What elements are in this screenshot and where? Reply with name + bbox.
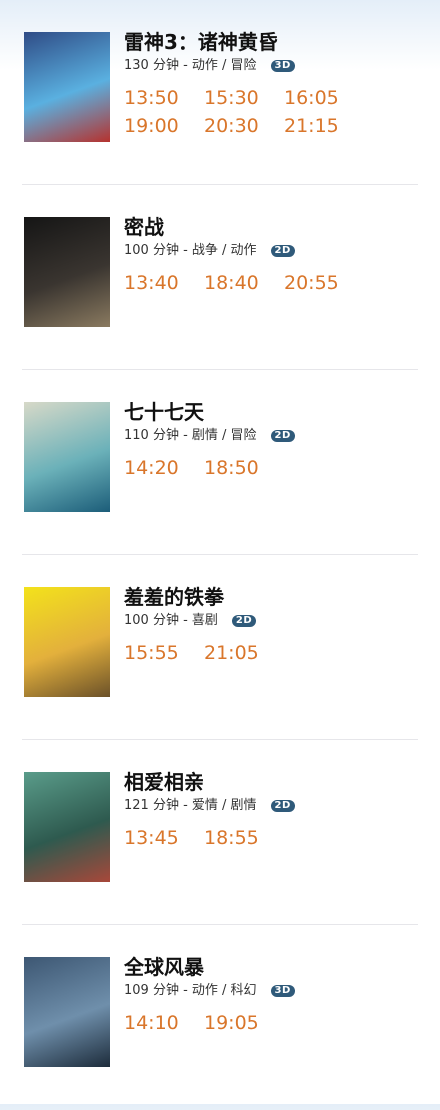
showtimes: 13:40 18:40 20:55	[124, 269, 434, 297]
movie-info: 相爱相亲 121 分钟 - 爱情 / 剧情 2D 13:45 18:55	[124, 770, 430, 852]
movie-title[interactable]: 密战	[124, 215, 430, 239]
movie-poster[interactable]	[24, 957, 110, 1067]
showtime[interactable]: 15:30	[204, 84, 284, 112]
format-badge: 2D	[231, 615, 257, 627]
movie-info: 七十七天 110 分钟 - 剧情 / 冒险 2D 14:20 18:50	[124, 400, 430, 482]
showtime[interactable]: 14:20	[124, 454, 204, 482]
format-badge: 3D	[270, 985, 295, 997]
showtime[interactable]: 15:55	[124, 639, 204, 667]
showtime[interactable]: 18:50	[204, 454, 284, 482]
showtimes: 13:50 15:30 16:05 19:00 20:30 21:15	[124, 84, 434, 140]
format-badge: 2D	[270, 800, 295, 812]
movie-duration-genre: 100 分钟 - 战争 / 动作	[124, 243, 257, 258]
movie-meta: 100 分钟 - 战争 / 动作 2D	[124, 242, 430, 260]
movie-item[interactable]: 七十七天 110 分钟 - 剧情 / 冒险 2D 14:20 18:50	[0, 370, 440, 555]
showtime[interactable]: 21:05	[204, 639, 284, 667]
movie-poster[interactable]	[24, 402, 110, 512]
movie-list: 雷神3：诸神黄昏 130 分钟 - 动作 / 冒险 3D 13:50 15:30…	[0, 0, 440, 1110]
showtime[interactable]: 13:45	[124, 824, 204, 852]
movie-title[interactable]: 羞羞的铁拳	[124, 585, 430, 609]
movie-info: 全球风暴 109 分钟 - 动作 / 科幻 3D 14:10 19:05	[124, 955, 430, 1037]
movie-duration-genre: 100 分钟 - 喜剧	[124, 613, 218, 628]
movie-meta: 130 分钟 - 动作 / 冒险 3D	[124, 57, 430, 75]
movie-title[interactable]: 七十七天	[124, 400, 430, 424]
movie-title[interactable]: 相爱相亲	[124, 770, 430, 794]
showtime[interactable]: 19:05	[204, 1009, 284, 1037]
movie-duration-genre: 109 分钟 - 动作 / 科幻	[124, 983, 257, 998]
showtime[interactable]: 20:30	[204, 112, 284, 140]
showtime[interactable]: 13:50	[124, 84, 204, 112]
movie-item[interactable]: 雷神3：诸神黄昏 130 分钟 - 动作 / 冒险 3D 13:50 15:30…	[0, 0, 440, 185]
showtime[interactable]: 16:05	[284, 84, 364, 112]
format-badge: 2D	[270, 245, 295, 257]
showtime[interactable]: 20:55	[284, 269, 364, 297]
movie-item[interactable]: 羞羞的铁拳 100 分钟 - 喜剧 2D 15:55 21:05	[0, 555, 440, 740]
movie-info: 羞羞的铁拳 100 分钟 - 喜剧 2D 15:55 21:05	[124, 585, 430, 667]
movie-item[interactable]: 全球风暴 109 分钟 - 动作 / 科幻 3D 14:10 19:05	[0, 925, 440, 1110]
showtime[interactable]: 18:40	[204, 269, 284, 297]
showtimes: 14:10 19:05	[124, 1009, 434, 1037]
movie-info: 雷神3：诸神黄昏 130 分钟 - 动作 / 冒险 3D 13:50 15:30…	[124, 30, 430, 140]
movie-title[interactable]: 全球风暴	[124, 955, 430, 979]
movie-info: 密战 100 分钟 - 战争 / 动作 2D 13:40 18:40 20:55	[124, 215, 430, 297]
movie-poster[interactable]	[24, 217, 110, 327]
movie-meta: 121 分钟 - 爱情 / 剧情 2D	[124, 797, 430, 815]
movie-poster[interactable]	[24, 587, 110, 697]
showtimes: 14:20 18:50	[124, 454, 434, 482]
showtime[interactable]: 19:00	[124, 112, 204, 140]
showtime[interactable]: 14:10	[124, 1009, 204, 1037]
showtimes: 13:45 18:55	[124, 824, 434, 852]
showtime[interactable]: 13:40	[124, 269, 204, 297]
movie-duration-genre: 121 分钟 - 爱情 / 剧情	[124, 798, 257, 813]
movie-meta: 109 分钟 - 动作 / 科幻 3D	[124, 982, 430, 1000]
format-badge: 3D	[270, 60, 295, 72]
movie-meta: 100 分钟 - 喜剧 2D	[124, 612, 430, 630]
showtime[interactable]: 18:55	[204, 824, 284, 852]
movie-poster[interactable]	[24, 772, 110, 882]
movie-duration-genre: 110 分钟 - 剧情 / 冒险	[124, 428, 257, 443]
movie-meta: 110 分钟 - 剧情 / 冒险 2D	[124, 427, 430, 445]
movie-item[interactable]: 密战 100 分钟 - 战争 / 动作 2D 13:40 18:40 20:55	[0, 185, 440, 370]
movie-duration-genre: 130 分钟 - 动作 / 冒险	[124, 58, 257, 73]
movie-item[interactable]: 相爱相亲 121 分钟 - 爱情 / 剧情 2D 13:45 18:55	[0, 740, 440, 925]
movie-poster[interactable]	[24, 32, 110, 142]
showtime[interactable]: 21:15	[284, 112, 364, 140]
movie-title[interactable]: 雷神3：诸神黄昏	[124, 30, 430, 54]
showtimes: 15:55 21:05	[124, 639, 434, 667]
format-badge: 2D	[270, 430, 295, 442]
